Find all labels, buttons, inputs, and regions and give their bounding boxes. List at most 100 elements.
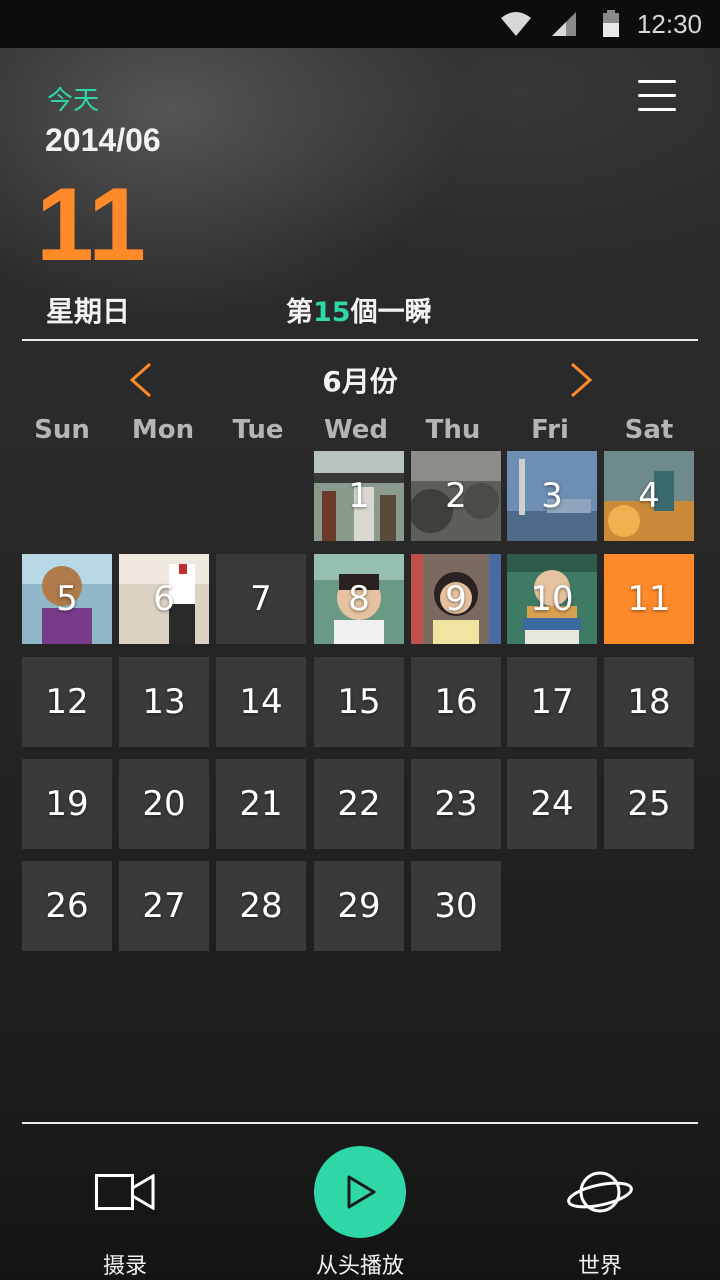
calendar-day[interactable]: 23 bbox=[411, 759, 501, 849]
moment-suffix: 個一瞬 bbox=[350, 297, 432, 328]
calendar-day[interactable]: 14 bbox=[216, 657, 306, 747]
day-number: 10 bbox=[530, 579, 574, 619]
calendar-day[interactable]: 15 bbox=[314, 657, 404, 747]
calendar-day[interactable]: 29 bbox=[314, 861, 404, 951]
signal-icon bbox=[552, 12, 576, 36]
weekday-label: 星期日 bbox=[46, 295, 131, 328]
calendar-day[interactable]: 4 bbox=[604, 451, 694, 541]
calendar-day-selected[interactable]: 11 bbox=[604, 554, 694, 644]
calendar-day[interactable]: 1 bbox=[314, 451, 404, 541]
calendar-day[interactable]: 13 bbox=[119, 657, 209, 747]
prev-month-button[interactable] bbox=[122, 360, 162, 400]
day-number: 26 bbox=[45, 886, 89, 926]
day-number: 3 bbox=[541, 476, 563, 516]
day-number: 7 bbox=[250, 579, 272, 619]
day-number: 29 bbox=[337, 886, 381, 926]
bottom-divider bbox=[22, 1122, 698, 1124]
world-label: 世界 bbox=[577, 1254, 622, 1279]
day-number: 23 bbox=[434, 784, 478, 824]
day-number: 21 bbox=[239, 784, 283, 824]
calendar-day[interactable]: 25 bbox=[604, 759, 694, 849]
battery-icon bbox=[603, 10, 619, 37]
weekday-header: Sat bbox=[624, 415, 674, 445]
day-number: 18 bbox=[627, 682, 671, 722]
day-number: 8 bbox=[348, 579, 370, 619]
weekday-header: Thu bbox=[425, 415, 481, 445]
calendar-day[interactable]: 18 bbox=[604, 657, 694, 747]
day-number: 17 bbox=[530, 682, 574, 722]
day-number: 1 bbox=[348, 476, 370, 516]
video-camera-icon bbox=[95, 1174, 155, 1210]
weekday-header: Mon bbox=[131, 415, 195, 445]
day-number: 19 bbox=[45, 784, 89, 824]
header-divider bbox=[22, 339, 698, 341]
record-label: 摄录 bbox=[102, 1254, 147, 1279]
day-number: 11 bbox=[627, 579, 671, 619]
play-button[interactable] bbox=[314, 1146, 406, 1238]
day-number: 13 bbox=[142, 682, 186, 722]
wifi-icon bbox=[501, 12, 531, 36]
calendar-day[interactable]: 8 bbox=[314, 554, 404, 644]
today-label[interactable]: 今天 bbox=[47, 80, 99, 117]
moment-prefix: 第 bbox=[286, 297, 313, 328]
day-number: 14 bbox=[239, 682, 283, 722]
status-time: 12:30 bbox=[636, 9, 702, 39]
calendar-day[interactable]: 30 bbox=[411, 861, 501, 951]
menu-button[interactable] bbox=[636, 78, 680, 114]
day-number: 25 bbox=[627, 784, 671, 824]
chevron-right-icon bbox=[571, 362, 593, 398]
calendar-day[interactable]: 7 bbox=[216, 554, 306, 644]
day-number: 16 bbox=[434, 682, 478, 722]
world-button[interactable]: 世界 bbox=[520, 1126, 680, 1280]
day-number: 2 bbox=[445, 476, 467, 516]
day-number: 28 bbox=[239, 886, 283, 926]
calendar-day[interactable]: 21 bbox=[216, 759, 306, 849]
menu-icon-line bbox=[638, 94, 676, 97]
day-number: 12 bbox=[45, 682, 89, 722]
calendar-day[interactable]: 12 bbox=[22, 657, 112, 747]
menu-icon-line bbox=[638, 80, 676, 83]
play-icon bbox=[347, 1175, 376, 1209]
weekday-header: Fri bbox=[531, 415, 569, 445]
moment-number: 15 bbox=[313, 297, 351, 328]
menu-icon-line bbox=[638, 108, 676, 111]
calendar-day[interactable]: 3 bbox=[507, 451, 597, 541]
calendar-day[interactable]: 9 bbox=[411, 554, 501, 644]
weekday-header: Tue bbox=[232, 415, 284, 445]
status-bar: 12:30 bbox=[0, 0, 720, 48]
day-number: 24 bbox=[530, 784, 574, 824]
record-button[interactable]: 摄录 bbox=[45, 1126, 205, 1280]
year-month: 2014/06 bbox=[45, 122, 161, 158]
calendar-day[interactable]: 10 bbox=[507, 554, 597, 644]
day-number: 5 bbox=[56, 579, 78, 619]
day-number: 9 bbox=[445, 579, 467, 619]
weekday-header: Sun bbox=[34, 415, 90, 445]
day-number: 22 bbox=[337, 784, 381, 824]
play-label: 从头播放 bbox=[315, 1254, 404, 1279]
next-month-button[interactable] bbox=[562, 360, 602, 400]
day-number: 15 bbox=[337, 682, 381, 722]
calendar-day[interactable]: 24 bbox=[507, 759, 597, 849]
calendar-day[interactable]: 16 bbox=[411, 657, 501, 747]
calendar-day[interactable]: 28 bbox=[216, 861, 306, 951]
planet-icon bbox=[567, 1171, 633, 1213]
chevron-left-icon bbox=[129, 362, 151, 398]
calendar-day[interactable]: 20 bbox=[119, 759, 209, 849]
moment-count: 第15個一瞬 bbox=[286, 290, 432, 329]
calendar-day[interactable]: 5 bbox=[22, 554, 112, 644]
day-number: 30 bbox=[434, 886, 478, 926]
calendar-day[interactable]: 27 bbox=[119, 861, 209, 951]
day-number: 6 bbox=[153, 579, 175, 619]
day-number: 27 bbox=[142, 886, 186, 926]
calendar-day[interactable]: 19 bbox=[22, 759, 112, 849]
calendar-day[interactable]: 6 bbox=[119, 554, 209, 644]
day-number: 20 bbox=[142, 784, 186, 824]
day-number: 4 bbox=[638, 476, 660, 516]
calendar-day[interactable]: 26 bbox=[22, 861, 112, 951]
weekday-header: Wed bbox=[324, 415, 388, 445]
month-title: 6月份 bbox=[322, 365, 398, 398]
calendar-day[interactable]: 22 bbox=[314, 759, 404, 849]
calendar-day[interactable]: 2 bbox=[411, 451, 501, 541]
current-day: 11 bbox=[36, 167, 146, 283]
calendar-day[interactable]: 17 bbox=[507, 657, 597, 747]
